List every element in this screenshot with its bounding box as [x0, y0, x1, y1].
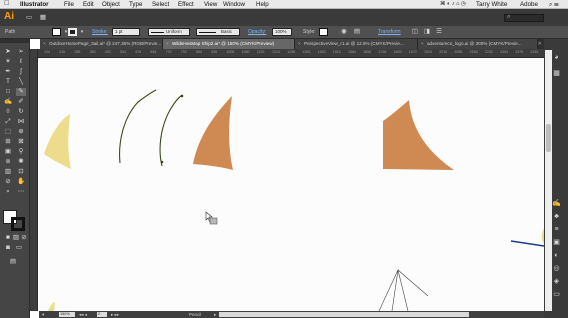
transparency-panel-icon[interactable]: ◐: [551, 251, 562, 261]
brushes-panel-icon[interactable]: ✍: [551, 199, 562, 209]
appearance-panel-icon[interactable]: ◎: [551, 264, 562, 274]
swatches-panel-icon[interactable]: ▦: [551, 69, 562, 79]
vertical-scrollbar[interactable]: [545, 50, 552, 311]
stroke-panel-icon[interactable]: ≡: [551, 225, 562, 235]
pencil-path-1[interactable]: [119, 89, 157, 164]
status-menu-icon[interactable]: ▸: [214, 311, 216, 318]
pencil-path-2[interactable]: [159, 94, 183, 167]
cursor-badge: [209, 217, 218, 225]
artboards-panel-icon[interactable]: ▭: [551, 290, 562, 300]
anchor-point[interactable]: [160, 160, 164, 164]
scroll-thumb[interactable]: [546, 124, 551, 152]
sail-orange-right[interactable]: [383, 100, 454, 170]
color-panel-icon[interactable]: ◕: [551, 53, 562, 63]
status-bar: ▾ 150% ◂◂ ◂ 2 ▸ ▸▸ Pencil ▸: [39, 311, 544, 318]
symbols-panel-icon[interactable]: ♣: [551, 212, 562, 222]
zoom-dropdown-icon[interactable]: ▾: [42, 311, 44, 318]
sail-yellow-left[interactable]: [44, 114, 71, 169]
zoom-field[interactable]: 150%: [59, 312, 75, 317]
artboard-nav-icon[interactable]: ◂◂ ◂: [79, 311, 87, 318]
blue-stroke[interactable]: [510, 240, 545, 247]
mast-lines[interactable]: [378, 269, 409, 312]
sail-yellow-bottom[interactable]: [48, 302, 55, 311]
current-tool-label: Pencil: [189, 312, 202, 317]
horizontal-scrollbar[interactable]: [219, 312, 469, 317]
artboard-nav-next-icon[interactable]: ▸ ▸▸: [111, 311, 119, 318]
artboard-number-field[interactable]: 2: [97, 312, 107, 317]
sail-orange-middle[interactable]: [193, 96, 233, 170]
rigging-lines[interactable]: [391, 269, 429, 312]
gradient-panel-icon[interactable]: ▣: [551, 238, 562, 248]
anchor-point[interactable]: [180, 94, 184, 98]
artwork-layer: [44, 89, 545, 312]
layers-panel-icon[interactable]: ◈: [551, 277, 562, 287]
